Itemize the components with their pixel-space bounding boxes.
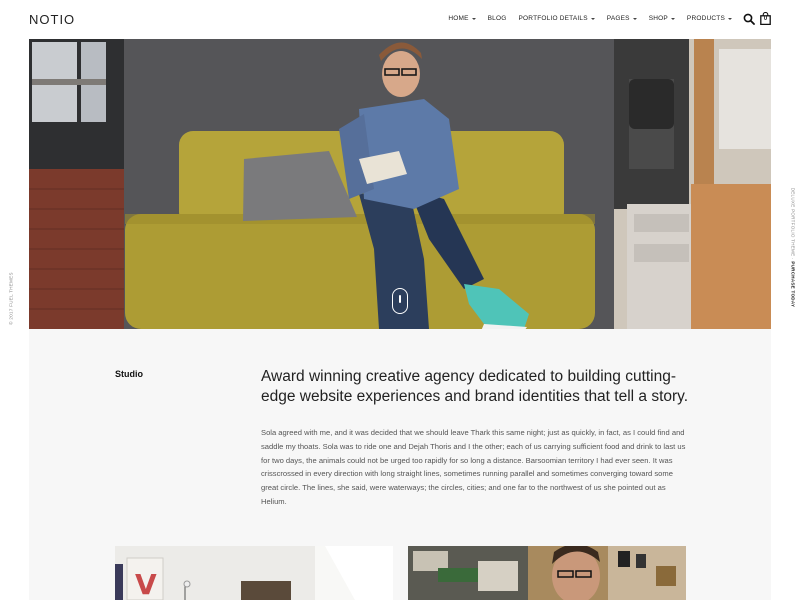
scroll-down-mouse-icon[interactable] bbox=[392, 288, 408, 314]
search-icon[interactable] bbox=[743, 13, 755, 25]
nav-portfolio-details[interactable]: PORTFOLIO DETAILS bbox=[519, 15, 595, 22]
section-label: Studio bbox=[115, 369, 143, 379]
nav-blog-label: BLOG bbox=[487, 15, 507, 22]
nav-pages-label: PAGES bbox=[606, 15, 630, 22]
section-body: Sola agreed with me, and it was decided … bbox=[261, 428, 686, 506]
cart-button[interactable]: 0 bbox=[760, 11, 771, 26]
chevron-down-icon bbox=[728, 17, 732, 20]
nav-portfolio-details-label: PORTFOLIO DETAILS bbox=[518, 15, 588, 22]
nav-home-label: HOME bbox=[448, 15, 469, 22]
cart-count: 0 bbox=[763, 15, 768, 22]
purchase-link[interactable]: PURCHASE TODAY bbox=[790, 261, 795, 307]
portfolio-thumbnail-right[interactable] bbox=[408, 546, 686, 600]
promo-text: DELUXE PORTFOLIO THEME · PURCHASE TODAY bbox=[790, 188, 795, 308]
nav-products[interactable]: PRODUCTS bbox=[687, 15, 732, 22]
chevron-down-icon bbox=[590, 17, 595, 20]
nav-products-label: PRODUCTS bbox=[686, 15, 725, 22]
copyright-vertical: © 2017 FUEL THEMES bbox=[8, 270, 19, 330]
nav-shop-label: SHOP bbox=[648, 15, 668, 22]
promo-vertical[interactable]: DELUXE PORTFOLIO THEME · PURCHASE TODAY bbox=[781, 188, 795, 308]
nav-blog[interactable]: BLOG bbox=[488, 15, 507, 22]
nav-home[interactable]: HOME bbox=[448, 15, 476, 22]
promo-prefix: DELUXE PORTFOLIO THEME · bbox=[790, 187, 796, 262]
portfolio-thumbnail-left[interactable]: V bbox=[115, 546, 393, 600]
site-header: NOTIO HOME BLOG PORTFOLIO DETAILS PAGES … bbox=[0, 0, 800, 39]
hero-photo bbox=[29, 39, 771, 329]
chevron-down-icon bbox=[471, 17, 476, 20]
nav-shop[interactable]: SHOP bbox=[649, 15, 675, 22]
main-nav: HOME BLOG PORTFOLIO DETAILS PAGES SHOP P… bbox=[448, 15, 732, 22]
section-headline: Award winning creative agency dedicated … bbox=[261, 368, 689, 405]
copyright-text: © 2017 FUEL THEMES bbox=[8, 272, 14, 325]
nav-pages[interactable]: PAGES bbox=[607, 15, 637, 22]
svg-text:V: V bbox=[135, 568, 157, 600]
chevron-down-icon bbox=[670, 17, 675, 20]
mouse-wheel bbox=[399, 295, 401, 303]
thumbnail-image-right bbox=[408, 546, 686, 600]
chevron-down-icon bbox=[632, 17, 637, 20]
hero-image bbox=[29, 39, 771, 329]
site-logo[interactable]: NOTIO bbox=[29, 12, 75, 27]
thumbnail-image-left: V bbox=[115, 546, 393, 600]
studio-section: Studio Award winning creative agency ded… bbox=[29, 329, 771, 600]
